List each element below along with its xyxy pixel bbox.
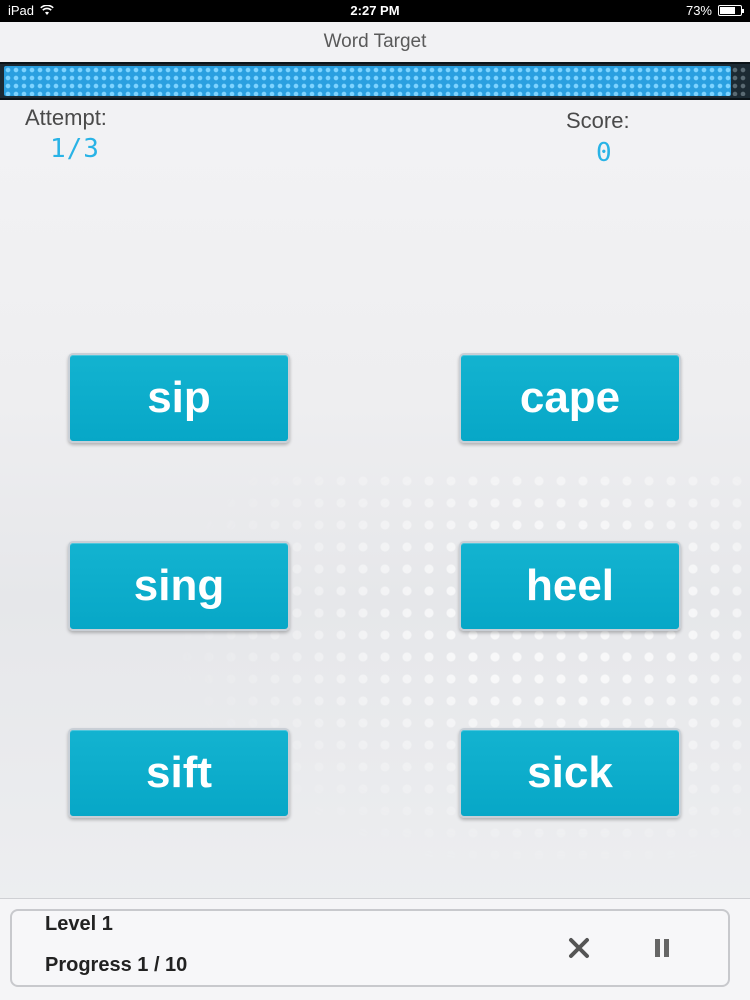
- word-button-sing[interactable]: sing: [68, 541, 290, 631]
- timer-bar: [0, 62, 750, 100]
- attempt-value: 1/3: [50, 134, 100, 164]
- close-button[interactable]: [559, 928, 599, 968]
- attempt-label: Attempt:: [25, 105, 107, 130]
- level-label: Level 1: [45, 913, 113, 935]
- halftone-background: [0, 470, 750, 900]
- progress-label: Progress 1 / 10: [45, 954, 188, 976]
- nav-bar: Word Target: [0, 22, 750, 63]
- footer-panel: Level 1 Progress 1 / 10: [0, 898, 750, 1000]
- score-label: Score:: [566, 108, 630, 133]
- score-value: 0: [596, 138, 613, 168]
- battery-percent: 73%: [685, 3, 712, 18]
- timer-fill: [4, 66, 731, 96]
- app-screen: iPad 2:27 PM 73% Word Target Attempt: 1/…: [0, 0, 750, 1000]
- battery-icon: [718, 5, 744, 16]
- pause-button[interactable]: [642, 928, 682, 968]
- page-title: Word Target: [323, 31, 427, 52]
- word-button-cape[interactable]: cape: [459, 353, 681, 443]
- close-icon: [569, 938, 589, 958]
- footer-card: Level 1 Progress 1 / 10: [10, 909, 730, 987]
- word-button-sick[interactable]: sick: [459, 728, 681, 818]
- word-button-sip[interactable]: sip: [68, 353, 290, 443]
- battery-level: [720, 7, 735, 14]
- status-time: 2:27 PM: [350, 3, 400, 18]
- word-button-sift[interactable]: sift: [68, 728, 290, 818]
- word-button-heel[interactable]: heel: [459, 541, 681, 631]
- timer-empty: [731, 66, 746, 96]
- status-bar: iPad 2:27 PM 73%: [0, 0, 750, 22]
- pause-icon: [655, 939, 669, 957]
